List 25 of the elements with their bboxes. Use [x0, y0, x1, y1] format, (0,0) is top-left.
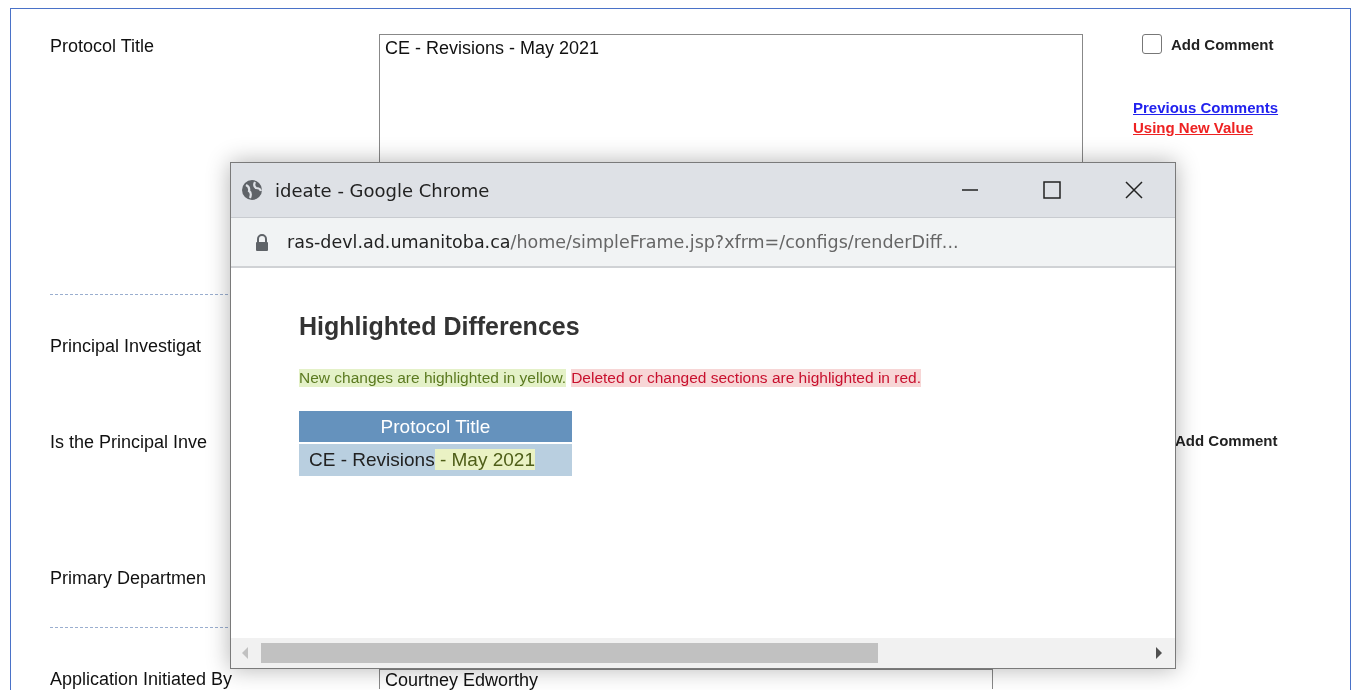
horizontal-scrollbar[interactable] — [231, 638, 1175, 668]
globe-icon — [241, 179, 263, 201]
checkbox-label: Add Comment — [1175, 432, 1278, 449]
lock-icon — [255, 233, 269, 251]
page-heading: Highlighted Differences — [299, 312, 581, 341]
address-bar[interactable]: ras-devl.ad.umanitoba.ca/home/simpleFrame.jsp?xfrm=/configs/renderDiff... — [231, 218, 1175, 268]
minimize-icon — [961, 189, 979, 191]
legend-text: New changes are highlighted in yellow. — [299, 369, 567, 387]
scroll-left-icon — [241, 647, 249, 659]
checkbox[interactable] — [1142, 34, 1162, 54]
close-icon — [1125, 181, 1143, 199]
field-label: Primary Departmen — [50, 568, 208, 589]
table-cell: CE - Revisions - May 2021 — [299, 444, 572, 476]
legend-text: Deleted or changed sections are highlighted in red. — [571, 369, 921, 387]
scroll-right-icon — [1155, 647, 1163, 659]
column-header: Protocol Title — [299, 411, 572, 442]
link[interactable]: Using New Value — [1133, 118, 1254, 138]
field-label: Is the Principal Inve — [50, 432, 209, 453]
field-label: Application Initiated By — [50, 669, 234, 690]
field-label: Principal Investigat — [50, 336, 203, 357]
scroll-thumb[interactable] — [261, 643, 878, 663]
maximize-icon — [1043, 181, 1061, 199]
checkbox-label: Add Comment — [1171, 35, 1274, 53]
field-label: Protocol Title — [50, 35, 156, 57]
link[interactable]: Previous Comments — [1133, 98, 1279, 118]
